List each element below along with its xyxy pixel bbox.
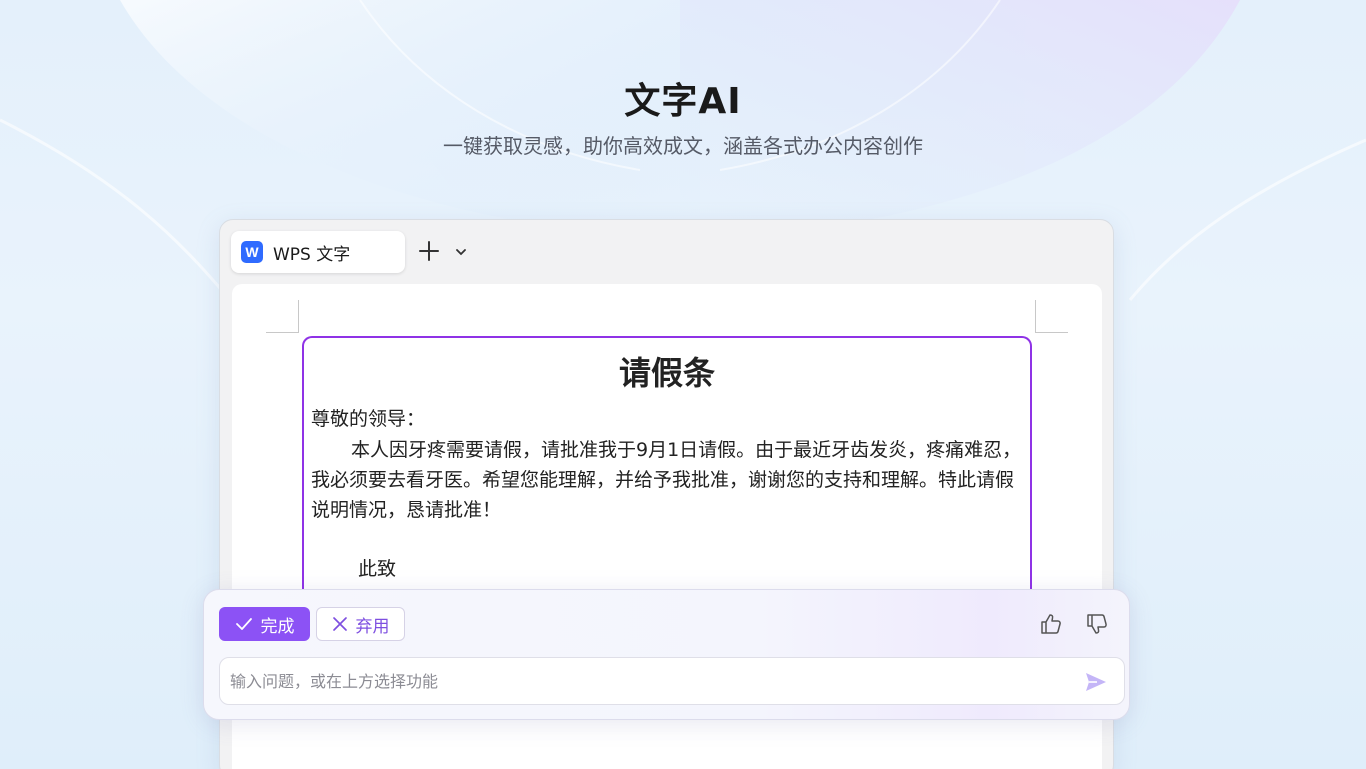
thumbs-down-icon[interactable]: [1085, 612, 1109, 636]
done-button[interactable]: 完成: [219, 607, 310, 641]
chevron-down-icon[interactable]: [454, 246, 468, 258]
crop-mark: [266, 300, 299, 333]
check-icon: [235, 618, 252, 630]
discard-button[interactable]: 弃用: [316, 607, 405, 641]
document-title: 请假条: [618, 354, 715, 392]
hero-title: 文字AI: [624, 81, 742, 122]
prompt-box: [219, 657, 1125, 705]
body-paragraph: 本人因牙疼需要请假，请批准我于9月1日请假。由于最近牙齿发炎，疼痛难忍，我必须要…: [311, 439, 1022, 521]
wps-writer-logo-icon: W: [241, 241, 263, 263]
discard-label: 弃用: [355, 616, 390, 637]
hero-subtitle: 一键获取灵感，助你高效成文，涵盖各式办公内容创作: [443, 134, 923, 158]
close-icon: [332, 617, 347, 631]
done-label: 完成: [260, 616, 295, 637]
ai-assistant-panel: 完成 弃用: [203, 589, 1130, 720]
salutation-text: 尊敬的领导：: [311, 408, 426, 430]
crop-mark: [1035, 300, 1068, 333]
send-icon[interactable]: [1084, 670, 1108, 694]
thumbs-up-icon[interactable]: [1039, 612, 1063, 636]
plus-icon[interactable]: [418, 240, 440, 262]
tab-label: WPS 文字: [273, 244, 351, 265]
tab-wps-writer[interactable]: W WPS 文字: [231, 231, 405, 273]
prompt-input[interactable]: [230, 658, 1070, 704]
closing-text: 此致: [358, 558, 397, 580]
